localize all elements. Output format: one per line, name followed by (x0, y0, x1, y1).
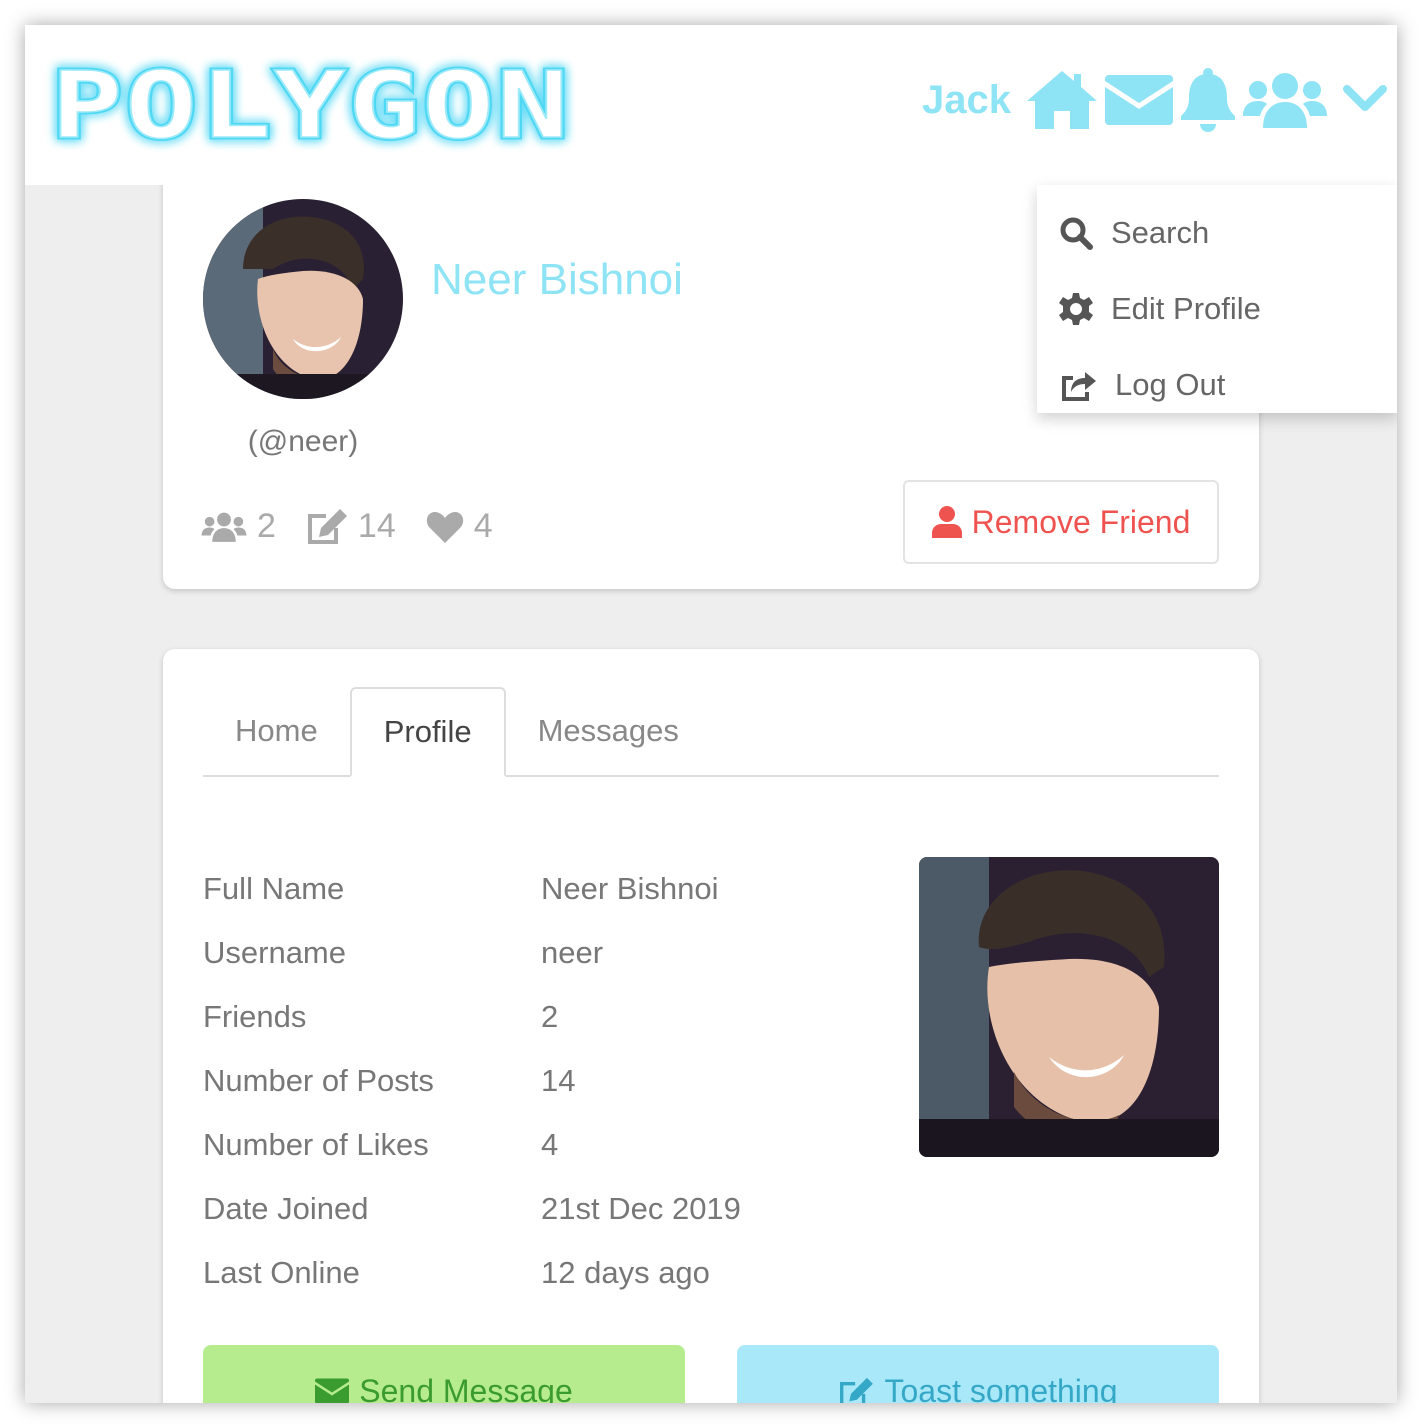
info-label: Friends (203, 999, 307, 1034)
tab-profile[interactable]: Profile (349, 687, 506, 777)
send-message-button[interactable]: Send Message (203, 1345, 685, 1403)
nav-actions: Jack (922, 65, 1387, 135)
avatar[interactable] (203, 199, 403, 399)
info-value: 14 (541, 1063, 576, 1098)
info-row-last-online: Last Online 12 days ago (203, 1241, 741, 1305)
app-window: POLYGON POLYGON Jack Search Edit Profile… (25, 25, 1397, 1403)
remove-friend-button[interactable]: Remove Friend (903, 480, 1219, 564)
navbar: POLYGON POLYGON Jack (25, 25, 1397, 185)
stat-posts-count: 14 (357, 507, 396, 545)
send-message-label: Send Message (359, 1373, 573, 1403)
info-row-full-name: Full Name Neer Bishnoi (203, 857, 741, 921)
profile-handle: (@neer) (247, 425, 359, 458)
stat-posts: 14 (306, 507, 396, 546)
dropdown-item-label: Edit Profile (1111, 291, 1261, 326)
stat-likes-count: 4 (473, 507, 493, 545)
info-label: Number of Posts (203, 1063, 434, 1098)
info-label: Date Joined (203, 1191, 369, 1226)
profile-details-card: Home Profile Messages Full Name Neer Bis… (163, 649, 1259, 1403)
edit-icon (840, 1377, 874, 1403)
profile-photo-image (919, 857, 1219, 1157)
info-row-username: Username neer (203, 921, 741, 985)
dropdown-item-search[interactable]: Search (1037, 195, 1397, 271)
users-icon (201, 512, 247, 542)
info-row-likes: Number of Likes 4 (203, 1113, 741, 1177)
info-label: Full Name (203, 871, 345, 906)
bell-icon[interactable] (1179, 68, 1237, 132)
polygon-logo[interactable]: POLYGON POLYGON (47, 50, 575, 162)
info-value: 21st Dec 2019 (541, 1191, 741, 1226)
stat-friends: 2 (201, 507, 276, 546)
info-value: 4 (541, 1127, 559, 1162)
profile-stats: 2 14 4 (201, 507, 523, 546)
info-row-date-joined: Date Joined 21st Dec 2019 (203, 1177, 741, 1241)
dropdown-item-log-out[interactable]: Log Out (1037, 347, 1397, 423)
info-value: 2 (541, 999, 559, 1034)
stat-likes: 4 (426, 507, 493, 546)
users-icon[interactable] (1243, 70, 1327, 130)
stat-friends-count: 2 (257, 507, 276, 545)
profile-name: Neer Bishnoi (431, 255, 683, 304)
profile-photo (919, 857, 1219, 1157)
logout-icon (1062, 372, 1096, 401)
info-value: Neer Bishnoi (541, 871, 719, 906)
info-row-friends: Friends 2 (203, 985, 741, 1049)
tab-home[interactable]: Home (203, 687, 350, 775)
envelope-icon[interactable] (1105, 73, 1173, 127)
tab-messages[interactable]: Messages (506, 687, 711, 775)
user-dropdown-menu: Search Edit Profile Log Out (1037, 185, 1397, 413)
profile-info-table: Full Name Neer Bishnoi Username neer Fri… (203, 857, 741, 1305)
info-value: neer (541, 935, 604, 970)
heart-icon (426, 511, 463, 543)
info-label: Last Online (203, 1255, 360, 1290)
toast-something-button[interactable]: Toast something (737, 1345, 1219, 1403)
logo-text-core: POLYGON (51, 52, 571, 159)
avatar-photo (203, 199, 403, 399)
toast-something-label: Toast something (884, 1373, 1118, 1403)
dropdown-item-label: Log Out (1115, 367, 1226, 402)
info-value: 12 days ago (541, 1255, 710, 1290)
chevron-down-icon[interactable] (1343, 85, 1387, 115)
search-icon (1060, 217, 1093, 250)
home-icon[interactable] (1025, 69, 1099, 131)
envelope-icon (315, 1378, 350, 1403)
info-label: Username (203, 935, 346, 970)
profile-tabs: Home Profile Messages (203, 687, 1219, 777)
dropdown-item-edit-profile[interactable]: Edit Profile (1037, 271, 1397, 347)
remove-friend-label: Remove Friend (971, 503, 1191, 540)
info-label: Number of Likes (203, 1127, 429, 1162)
info-row-posts: Number of Posts 14 (203, 1049, 741, 1113)
gear-icon (1059, 293, 1093, 325)
dropdown-item-label: Search (1111, 215, 1210, 250)
user-icon (931, 506, 962, 538)
nav-user-name[interactable]: Jack (922, 78, 1011, 123)
edit-icon (307, 508, 347, 544)
